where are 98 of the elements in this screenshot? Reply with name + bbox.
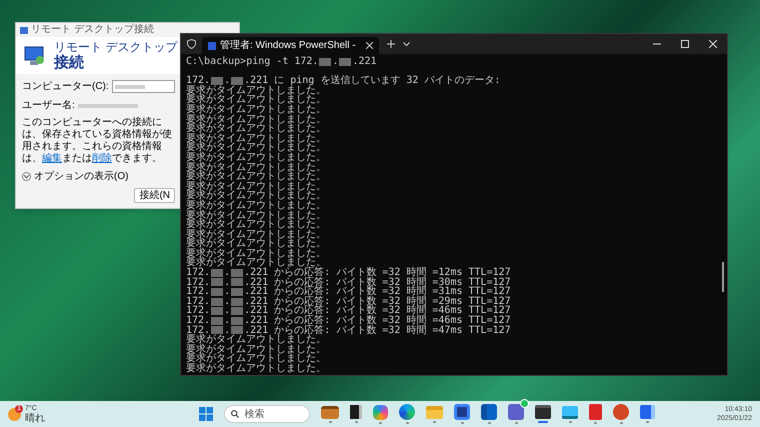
- console-text: C:\backup>ping -t 172.: [186, 57, 318, 67]
- console-text: .: [224, 268, 230, 278]
- console-text: .221 からの応答: バイト数 =32 時間 =30ms TTL=127: [244, 278, 511, 288]
- window-title: リモート デスクトップ接続: [31, 24, 154, 36]
- console-line: 要求がタイムアウトしました。: [186, 248, 327, 258]
- console-line: 要求がタイムアウトしました。: [186, 124, 327, 134]
- blurred-text: [211, 278, 224, 286]
- console-line: 要求がタイムアウトしました。: [186, 364, 327, 374]
- blurred-text: [211, 316, 224, 325]
- blurred-text: [339, 58, 352, 66]
- briefcase-icon[interactable]: [321, 406, 340, 418]
- console-text: .221 に ping を送信しています 32 バイトのデータ:: [244, 76, 500, 86]
- console-text: .221 からの応答: バイト数 =32 時間 =47ms TTL=127: [244, 326, 511, 336]
- notice-link[interactable]: 編集: [42, 153, 62, 164]
- console-line: 要求がタイムアウトしました。: [186, 143, 327, 153]
- chevron-icon: [22, 172, 31, 181]
- console-text: 172.: [186, 316, 210, 326]
- computer-icon: [24, 44, 46, 66]
- console-text: 172.: [186, 76, 210, 86]
- options-toggle[interactable]: オプションの表示(O): [22, 169, 128, 184]
- console-line: 要求がタイムアウトしました。: [186, 134, 327, 144]
- console-line: 要求がタイムアウトしました。: [186, 191, 327, 201]
- console-line: 要求がタイムアウトしました。: [186, 152, 327, 163]
- console-text: .: [224, 278, 230, 288]
- console-text: 172.: [186, 268, 210, 278]
- console-text: .221 からの応答: バイト数 =32 時間 =31ms TTL=127: [244, 287, 511, 297]
- task-view-icon[interactable]: [350, 405, 362, 419]
- blurred-text: [211, 288, 224, 296]
- console-line: 要求がタイムアウトしました。: [186, 162, 327, 172]
- start-icon[interactable]: [199, 407, 214, 421]
- console-text: .: [332, 57, 338, 67]
- console-line: 要求がタイムアウトしました。: [186, 220, 327, 230]
- close-icon[interactable]: [366, 42, 373, 49]
- blurred-text: [211, 76, 224, 85]
- blurred-text: [231, 278, 244, 286]
- app-icon[interactable]: [589, 404, 602, 420]
- terminal-tab[interactable]: 管理者: Windows PowerShell -: [202, 37, 379, 54]
- close-icon[interactable]: [709, 40, 717, 48]
- console-text: .: [224, 296, 230, 306]
- scrollbar-thumb: [722, 262, 724, 292]
- console-line: 要求がタイムアウトしました。: [186, 114, 327, 124]
- blurred-text: [231, 298, 244, 306]
- console-text: .221 からの応答: バイト数 =32 時間 =29ms TTL=127: [244, 296, 511, 306]
- blurred-text: [319, 58, 332, 66]
- console-text: .221 からの応答: バイト数 =32 時間 =12ms TTL=127: [244, 268, 511, 278]
- search-icon: [231, 410, 240, 418]
- console-text: .: [224, 76, 230, 86]
- dialog-heading: リモート デスクトップ: [54, 40, 178, 54]
- console-text: .221 からの応答: バイト数 =32 時間 =46ms TTL=127: [244, 316, 511, 326]
- console-text: .221: [352, 57, 377, 67]
- console-line: 要求がタイムアウトしました。: [186, 335, 327, 345]
- console-line: 要求がタイムアウトしました。: [186, 239, 327, 249]
- console-line: 要求がタイムアウトしました。: [186, 182, 327, 192]
- console-line: 要求がタイムアウトしました。: [186, 86, 326, 96]
- chevron-down-icon[interactable]: [402, 42, 410, 46]
- shield-icon: [187, 39, 196, 49]
- terminal-icon[interactable]: [535, 405, 552, 419]
- blurred-text: [78, 104, 138, 108]
- console-line: 要求がタイムアウトしました。: [186, 104, 327, 115]
- field-label: ユーザー名:: [22, 99, 75, 113]
- console-line: 要求がタイムアウトしました。: [186, 354, 327, 364]
- dialog-heading: 接続: [54, 54, 85, 71]
- blurred-text: [211, 298, 224, 306]
- console-text: .: [224, 326, 230, 336]
- field-label: コンピューター(C):: [22, 80, 109, 94]
- console-text: 172.: [186, 278, 210, 288]
- blurred-text: [231, 268, 244, 277]
- console-text: .: [224, 287, 230, 297]
- blurred-text: [211, 307, 224, 316]
- blurred-text: [211, 268, 224, 277]
- search-field[interactable]: 検索: [224, 405, 310, 423]
- monitor-icon[interactable]: [562, 406, 578, 418]
- connect-button[interactable]: 接続(N: [134, 188, 175, 203]
- console-line: 要求がタイムアウトしました。: [186, 230, 327, 240]
- monitor-icon: [20, 26, 28, 34]
- blurred-text: [231, 326, 244, 334]
- notice-link[interactable]: 削除: [92, 153, 112, 164]
- console-line: 要求がタイムアウトしました。: [186, 210, 327, 220]
- computer-input-field[interactable]: [112, 80, 175, 93]
- plus-icon[interactable]: [386, 40, 395, 48]
- blurred-text: [231, 316, 244, 325]
- blurred-text: [231, 288, 244, 296]
- blurred-text: [211, 326, 224, 334]
- console-line: 要求がタイムアウトしました。: [186, 200, 327, 210]
- console-text: 172.: [186, 287, 210, 297]
- console-line: 要求がタイムアウトしました。: [186, 172, 327, 182]
- blurred-text: [231, 307, 244, 316]
- console-line: 要求がタイムアウトしました。: [186, 344, 327, 354]
- credentials-notice: このコンピューターへの接続には、保存されている資格情報が使用されます。これらの資格情報は、編集または削除できます。: [22, 117, 173, 165]
- console-text: .: [224, 306, 230, 316]
- blurred-text: [231, 76, 244, 85]
- maximize-icon[interactable]: [681, 40, 689, 48]
- console-text: 172.: [186, 306, 210, 316]
- console-text: .: [224, 316, 230, 326]
- minimize-icon[interactable]: [653, 43, 661, 45]
- console-text: 172.: [186, 296, 210, 306]
- weather-text: 晴れ: [25, 413, 45, 424]
- console-line: 要求がタイムアウトしました。: [186, 95, 327, 105]
